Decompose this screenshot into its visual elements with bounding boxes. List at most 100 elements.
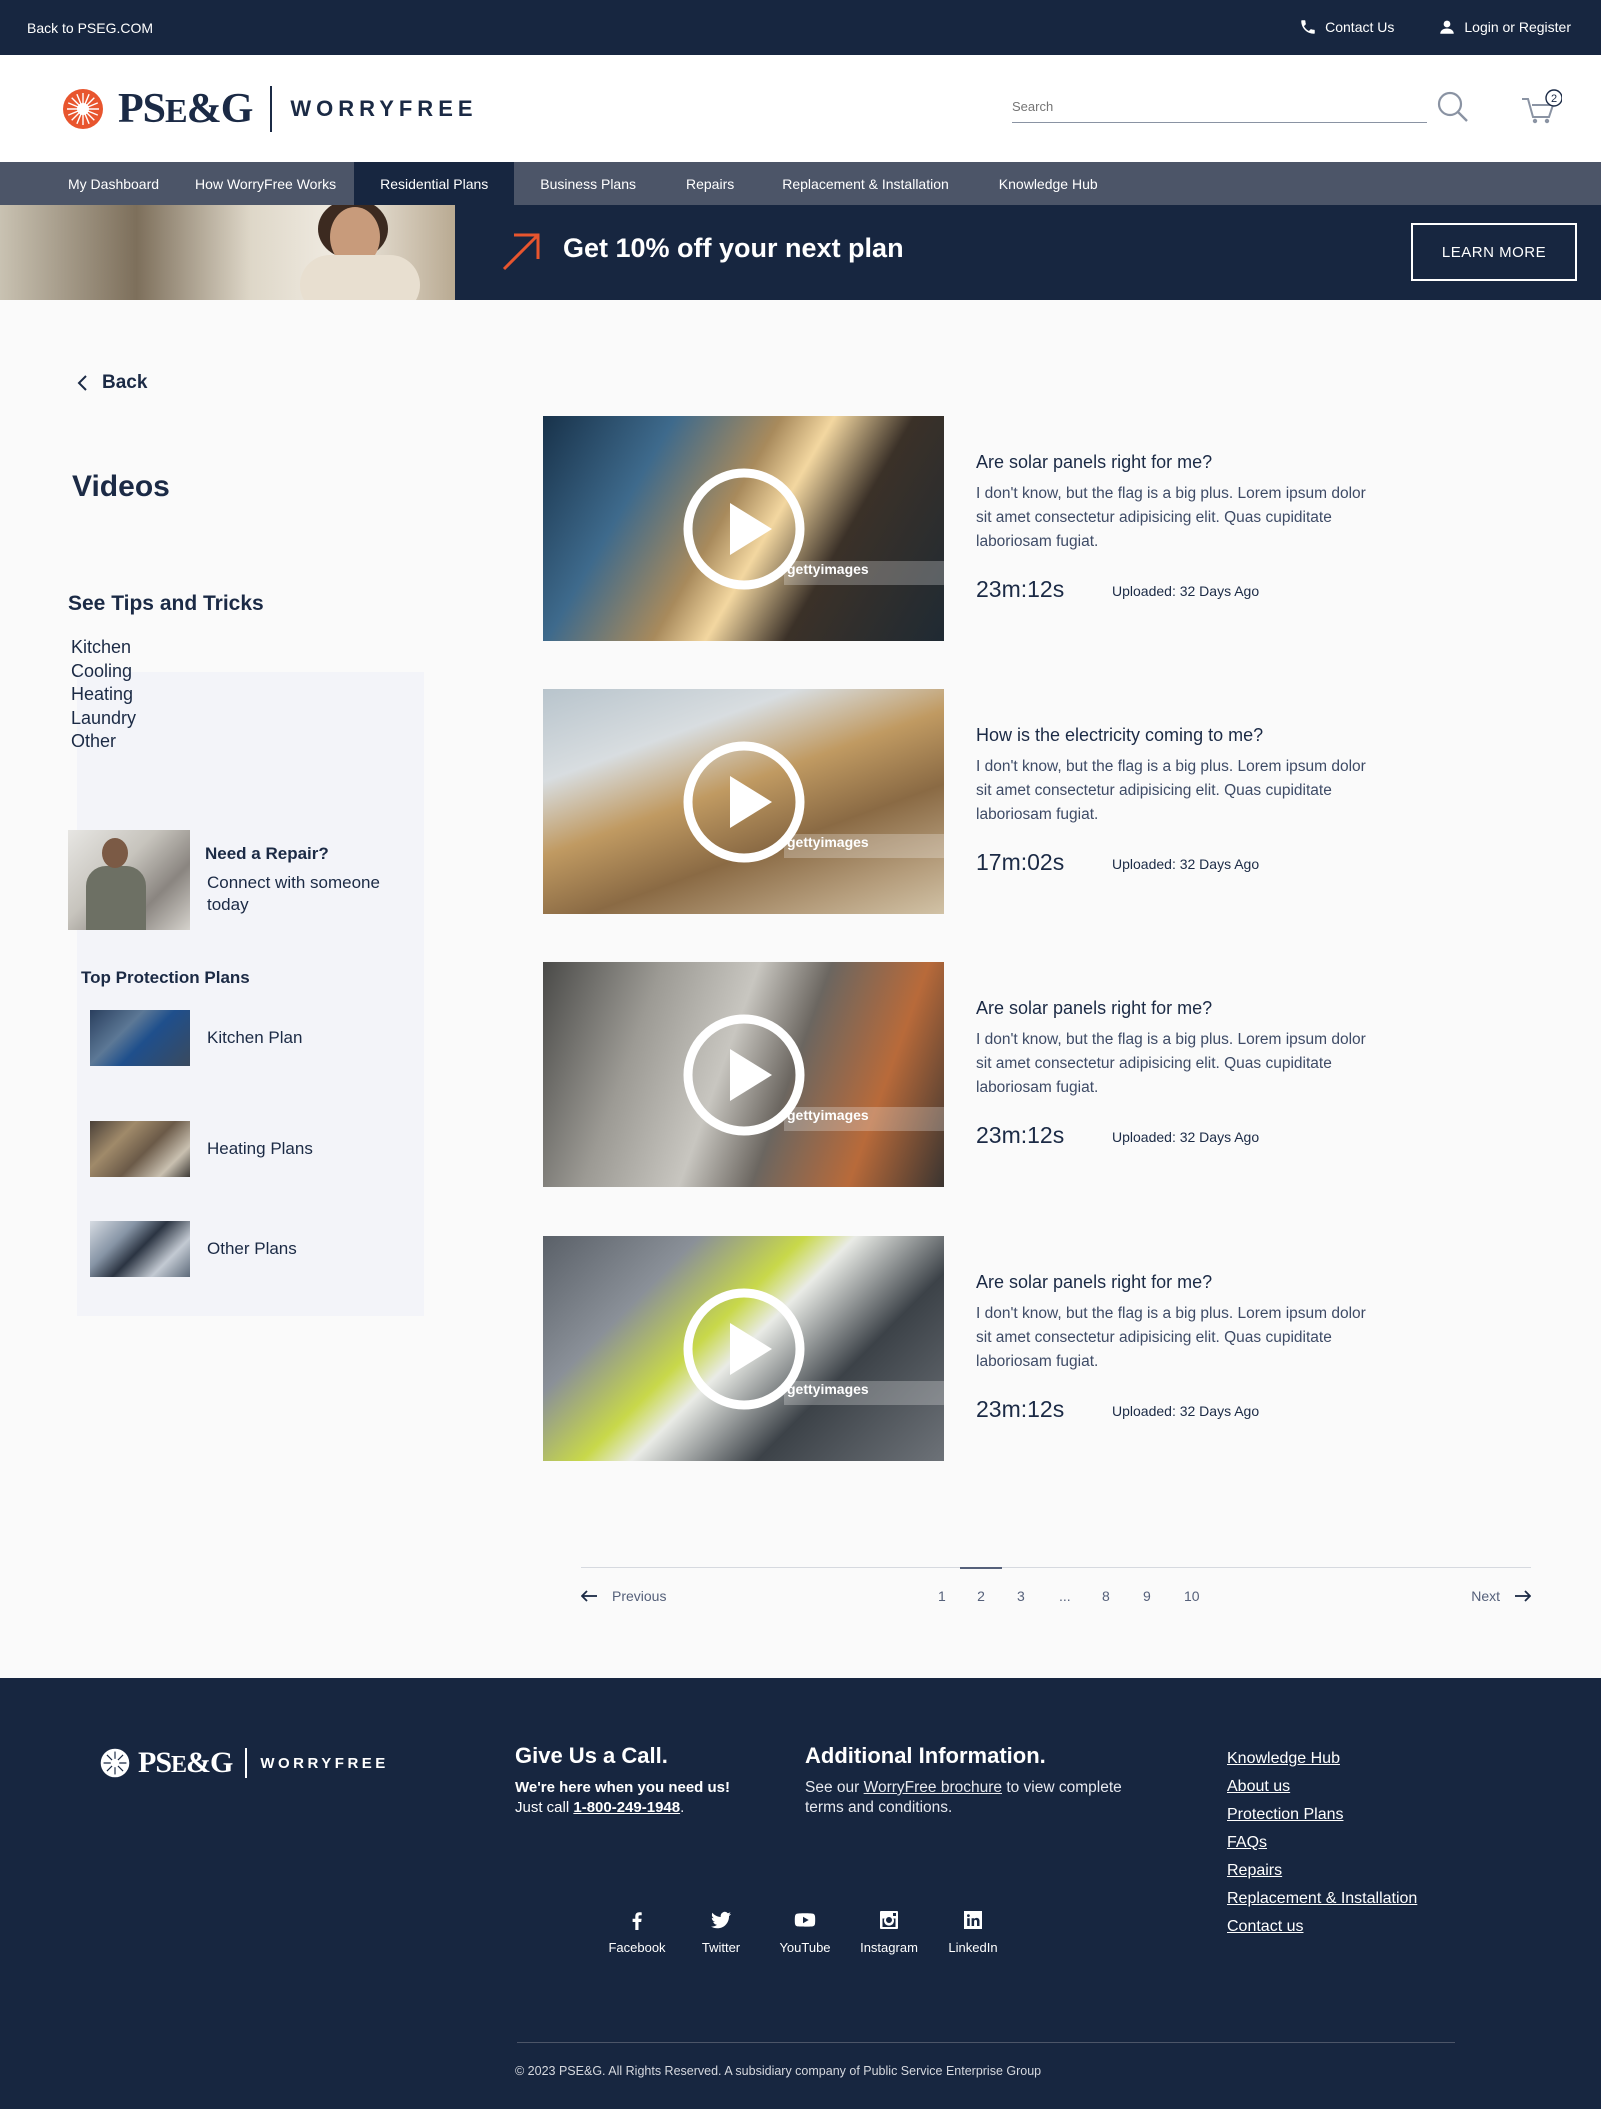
previous-label: Previous xyxy=(612,1588,667,1604)
footer-link-contact-us[interactable]: Contact us xyxy=(1227,1918,1303,1935)
tip-other[interactable]: Other xyxy=(71,730,136,754)
footer-logo-divider xyxy=(245,1748,248,1778)
footer-brand-name: PSE&G xyxy=(138,1746,233,1779)
tip-kitchen[interactable]: Kitchen xyxy=(71,636,136,660)
footer-link-protection-plans[interactable]: Protection Plans xyxy=(1227,1806,1344,1823)
site-header: PSE&G WORRYFREE 2 xyxy=(0,55,1601,162)
call-phone-line: Just call 1-800-249-1948. xyxy=(515,1799,684,1816)
tips-list: Kitchen Cooling Heating Laundry Other xyxy=(71,636,136,754)
login-register-link[interactable]: Login or Register xyxy=(1438,18,1571,36)
plan-label: Other Plans xyxy=(207,1239,297,1258)
footer-link-about-us[interactable]: About us xyxy=(1227,1778,1290,1795)
call-suffix: . xyxy=(680,1799,685,1816)
video-title[interactable]: Are solar panels right for me? xyxy=(976,998,1212,1019)
footer-link-repairs[interactable]: Repairs xyxy=(1227,1862,1282,1879)
search-input[interactable] xyxy=(1012,95,1427,114)
search-icon[interactable] xyxy=(1437,91,1469,123)
play-icon[interactable] xyxy=(682,740,806,864)
repair-photo xyxy=(68,830,190,930)
tip-laundry[interactable]: Laundry xyxy=(71,707,136,731)
page-3[interactable]: 3 xyxy=(1017,1588,1025,1604)
nav-knowledge-hub[interactable]: Knowledge Hub xyxy=(973,162,1124,205)
video-title[interactable]: How is the electricity coming to me? xyxy=(976,725,1263,746)
call-title: Give Us a Call. xyxy=(515,1743,668,1768)
other-plan-thumbnail xyxy=(90,1221,190,1277)
video-card[interactable]: gettyimages How is the electricity comin… xyxy=(543,689,1543,914)
video-title[interactable]: Are solar panels right for me? xyxy=(976,1272,1212,1293)
nav-replacement-installation[interactable]: Replacement & Installation xyxy=(758,162,973,205)
arrow-up-right-icon xyxy=(502,233,540,271)
video-duration: 17m:02s xyxy=(976,849,1065,875)
call-prefix: Just call xyxy=(515,1799,570,1816)
repair-photo-torso xyxy=(86,866,146,930)
video-title[interactable]: Are solar panels right for me? xyxy=(976,452,1212,473)
nav-repairs[interactable]: Repairs xyxy=(662,162,758,205)
video-description: I don't know, but the flag is a big plus… xyxy=(976,1031,1366,1096)
learn-more-button[interactable]: LEARN MORE xyxy=(1411,223,1577,281)
video-description: I don't know, but the flag is a big plus… xyxy=(976,758,1366,823)
contact-us-link[interactable]: Contact Us xyxy=(1299,18,1394,36)
plan-kitchen[interactable]: Kitchen Plan xyxy=(90,1010,390,1066)
pseg-worryfree-logo[interactable]: PSE&G WORRYFREE xyxy=(62,85,478,133)
plan-heating[interactable]: Heating Plans xyxy=(90,1121,390,1177)
play-icon[interactable] xyxy=(682,1287,806,1411)
social-instagram[interactable]: Instagram xyxy=(847,1908,931,1955)
footer-link-faqs[interactable]: FAQs xyxy=(1227,1834,1267,1851)
play-icon[interactable] xyxy=(682,467,806,591)
pagination: Previous 1 2 3 ... 8 9 10 Next xyxy=(581,1567,1531,1607)
footer-link-replacement-installation[interactable]: Replacement & Installation xyxy=(1227,1890,1417,1907)
video-uploaded: Uploaded: 32 Days Ago xyxy=(1112,583,1260,599)
cart-count-badge: 2 xyxy=(1551,93,1557,105)
repair-title: Need a Repair? xyxy=(205,844,329,863)
video-card[interactable]: gettyimages Are solar panels right for m… xyxy=(543,416,1543,641)
social-label: Facebook xyxy=(608,1940,666,1955)
search-field[interactable] xyxy=(1012,95,1427,123)
tip-cooling[interactable]: Cooling xyxy=(71,660,136,684)
footer-logo[interactable]: PSE&G WORRYFREE xyxy=(100,1746,389,1780)
plan-other[interactable]: Other Plans xyxy=(90,1221,390,1277)
video-duration: 23m:12s xyxy=(976,1396,1065,1422)
footer-divider xyxy=(517,2042,1455,2043)
chevron-left-icon xyxy=(77,375,87,391)
cart-icon[interactable]: 2 xyxy=(1520,89,1562,125)
page-1[interactable]: 1 xyxy=(938,1588,946,1604)
social-label: YouTube xyxy=(779,1940,831,1955)
social-linkedin[interactable]: LinkedIn xyxy=(931,1908,1015,1955)
page-8[interactable]: 8 xyxy=(1102,1588,1110,1604)
nav-business-plans[interactable]: Business Plans xyxy=(514,162,662,205)
next-page-button[interactable]: Next xyxy=(1471,1588,1531,1604)
social-label: Instagram xyxy=(860,1940,918,1955)
social-twitter[interactable]: Twitter xyxy=(679,1908,763,1955)
video-card[interactable]: gettyimages Are solar panels right for m… xyxy=(543,962,1543,1187)
video-uploaded: Uploaded: 32 Days Ago xyxy=(1112,856,1260,872)
page-title: Videos xyxy=(72,470,170,503)
page-ellipsis: ... xyxy=(1059,1588,1071,1604)
tip-heating[interactable]: Heating xyxy=(71,683,136,707)
play-icon[interactable] xyxy=(682,1013,806,1137)
instagram-icon xyxy=(880,1911,898,1929)
twitter-icon xyxy=(711,1911,731,1929)
back-link[interactable]: Back xyxy=(76,372,147,394)
back-to-pseg-link[interactable]: Back to PSEG.COM xyxy=(27,20,153,36)
call-line: We're here when you need us! xyxy=(515,1779,731,1796)
footer-link-knowledge-hub[interactable]: Knowledge Hub xyxy=(1227,1750,1340,1767)
back-label: Back xyxy=(102,372,148,393)
social-youtube[interactable]: YouTube xyxy=(763,1908,847,1955)
social-links: Facebook Twitter YouTube Instagram Linke… xyxy=(595,1908,1015,1955)
page-9[interactable]: 9 xyxy=(1143,1588,1151,1604)
nav-my-dashboard[interactable]: My Dashboard xyxy=(0,162,177,205)
nav-how-worryfree-works[interactable]: How WorryFree Works xyxy=(177,162,354,205)
page-10[interactable]: 10 xyxy=(1184,1588,1200,1604)
video-card[interactable]: gettyimages Are solar panels right for m… xyxy=(543,1236,1543,1461)
phone-link[interactable]: 1-800-249-1948 xyxy=(573,1799,680,1816)
phone-icon xyxy=(1301,20,1315,34)
previous-page-button[interactable]: Previous xyxy=(581,1588,666,1604)
page-2-current[interactable]: 2 xyxy=(960,1567,1002,1604)
nav-residential-plans[interactable]: Residential Plans xyxy=(354,162,515,205)
logo-divider xyxy=(270,86,273,132)
video-description: I don't know, but the flag is a big plus… xyxy=(976,1305,1366,1370)
video-duration: 23m:12s xyxy=(976,576,1065,602)
social-facebook[interactable]: Facebook xyxy=(595,1908,679,1955)
brochure-link[interactable]: WorryFree brochure xyxy=(864,1779,1002,1796)
kitchen-plan-thumbnail xyxy=(90,1010,190,1066)
